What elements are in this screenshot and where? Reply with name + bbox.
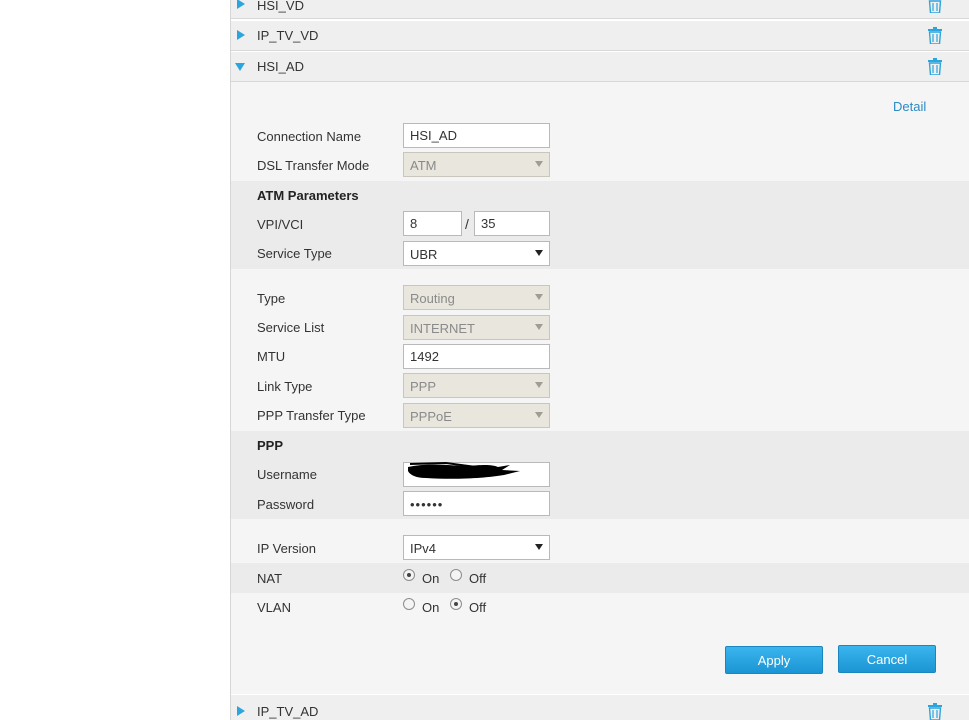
trash-icon[interactable] bbox=[928, 27, 942, 44]
type-select: Routing bbox=[403, 285, 550, 310]
nat-on-radio[interactable] bbox=[403, 569, 415, 581]
dropdown-arrow-icon bbox=[535, 382, 543, 388]
mtu-label: MTU bbox=[257, 349, 286, 364]
service-type-label: Service Type bbox=[257, 246, 332, 261]
vlan-on-label[interactable]: On bbox=[422, 600, 439, 615]
username-label: Username bbox=[257, 467, 317, 482]
password-mask: •••••• bbox=[410, 497, 444, 512]
dropdown-arrow-icon bbox=[535, 324, 543, 330]
collapse-arrow-icon[interactable] bbox=[235, 63, 245, 71]
accordion-title: IP_TV_VD bbox=[257, 28, 319, 43]
accordion-title: HSI_AD bbox=[257, 59, 304, 74]
ppp-heading: PPP bbox=[257, 438, 284, 453]
nat-off-label[interactable]: Off bbox=[469, 571, 486, 586]
accordion-header-hsi-ad[interactable]: HSI_AD bbox=[231, 51, 969, 82]
service-type-select[interactable]: UBR bbox=[403, 241, 550, 266]
dropdown-arrow-icon bbox=[535, 412, 543, 418]
accordion-title: HSI_VD bbox=[257, 0, 304, 13]
nat-band bbox=[231, 563, 969, 593]
dropdown-arrow-icon bbox=[535, 294, 543, 300]
apply-button[interactable]: Apply bbox=[725, 646, 823, 674]
vci-input[interactable] bbox=[474, 211, 550, 236]
vpi-input[interactable] bbox=[403, 211, 462, 236]
vlan-off-label[interactable]: Off bbox=[469, 600, 486, 615]
accordion-header-ip-tv-ad[interactable]: IP_TV_AD bbox=[231, 694, 969, 720]
select-value: IPv4 bbox=[410, 541, 437, 556]
dsl-transfer-mode-label: DSL Transfer Mode bbox=[257, 158, 370, 173]
select-value: UBR bbox=[410, 247, 438, 262]
ppp-transfer-type-select: PPPoE bbox=[403, 403, 550, 428]
dsl-transfer-mode-select: ATM bbox=[403, 152, 550, 177]
detail-link[interactable]: Detail bbox=[893, 99, 926, 114]
password-input[interactable]: •••••• bbox=[403, 491, 550, 516]
expand-arrow-icon[interactable] bbox=[237, 0, 245, 9]
trash-icon[interactable] bbox=[928, 703, 942, 720]
accordion-header-hsi-vd[interactable]: HSI_VD bbox=[231, 0, 969, 19]
expand-arrow-icon[interactable] bbox=[237, 706, 245, 716]
accordion-header-ip-tv-vd[interactable]: IP_TV_VD bbox=[231, 20, 969, 51]
nat-on-label[interactable]: On bbox=[422, 571, 439, 586]
link-type-select: PPP bbox=[403, 373, 550, 398]
accordion-title: IP_TV_AD bbox=[257, 704, 319, 719]
dropdown-arrow-icon bbox=[535, 161, 543, 167]
redaction-scribble bbox=[408, 461, 520, 479]
trash-icon[interactable] bbox=[928, 58, 942, 75]
service-list-select: INTERNET bbox=[403, 315, 550, 340]
cancel-button[interactable]: Cancel bbox=[838, 645, 936, 673]
vpi-vci-label: VPI/VCI bbox=[257, 217, 304, 232]
connection-name-input[interactable] bbox=[403, 123, 550, 148]
vpi-vci-separator: / bbox=[465, 216, 469, 232]
atm-parameters-heading: ATM Parameters bbox=[257, 188, 359, 203]
dropdown-arrow-icon bbox=[535, 544, 543, 550]
vlan-label: VLAN bbox=[257, 600, 291, 615]
select-value: ATM bbox=[410, 158, 437, 173]
nat-label: NAT bbox=[257, 571, 283, 586]
vlan-off-radio[interactable] bbox=[450, 598, 462, 610]
ppp-transfer-type-label: PPP Transfer Type bbox=[257, 408, 366, 423]
password-label: Password bbox=[257, 497, 315, 512]
connection-name-label: Connection Name bbox=[257, 129, 362, 144]
select-value: PPP bbox=[410, 379, 437, 394]
select-value: Routing bbox=[410, 291, 455, 306]
ip-version-select[interactable]: IPv4 bbox=[403, 535, 550, 560]
connection-form-body bbox=[231, 82, 969, 694]
vlan-on-radio[interactable] bbox=[403, 598, 415, 610]
dropdown-arrow-icon bbox=[535, 250, 543, 256]
wan-connections-panel: HSI_VD IP_TV_VD HSI_AD Detail Connection… bbox=[230, 0, 969, 720]
type-label: Type bbox=[257, 291, 286, 306]
ppp-band bbox=[231, 431, 969, 519]
link-type-label: Link Type bbox=[257, 379, 313, 394]
nat-off-radio[interactable] bbox=[450, 569, 462, 581]
mtu-input[interactable] bbox=[403, 344, 550, 369]
service-list-label: Service List bbox=[257, 320, 325, 335]
trash-icon[interactable] bbox=[928, 0, 942, 13]
ip-version-label: IP Version bbox=[257, 541, 317, 556]
select-value: PPPoE bbox=[410, 409, 452, 424]
expand-arrow-icon[interactable] bbox=[237, 30, 245, 40]
select-value: INTERNET bbox=[410, 321, 475, 336]
